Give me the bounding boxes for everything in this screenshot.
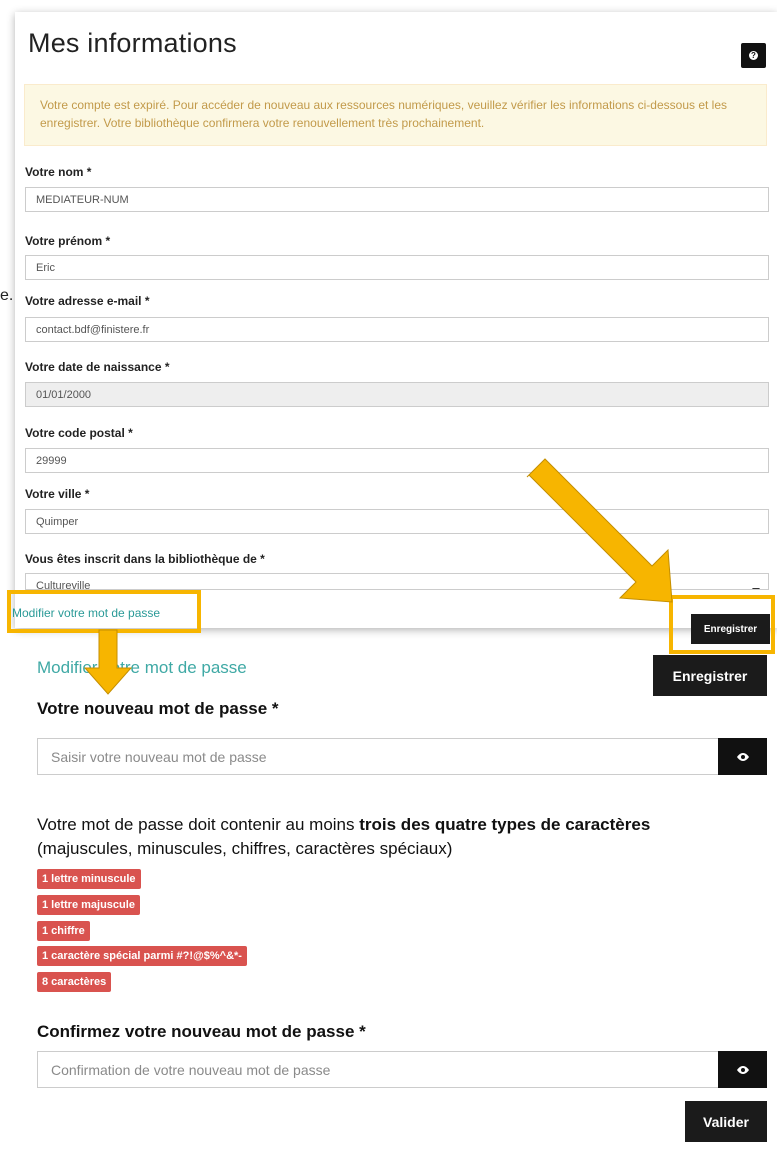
account-info-panel: Mes informations ? Votre compte est expi…	[15, 12, 777, 628]
validate-button[interactable]: Valider	[685, 1101, 767, 1142]
rule-badge-lowercase: 1 lettre minuscule	[37, 869, 141, 889]
eye-icon	[736, 752, 749, 761]
show-password-button[interactable]	[718, 738, 767, 775]
field-label-city: Votre ville *	[25, 487, 90, 501]
page-title: Mes informations	[28, 28, 237, 58]
eye-icon	[736, 1065, 749, 1074]
field-label-birthdate: Votre date de naissance *	[25, 360, 170, 374]
rule-badge-uppercase: 1 lettre majuscule	[37, 895, 140, 915]
help-button[interactable]: ?	[741, 43, 766, 68]
new-password-label: Votre nouveau mot de passe *	[37, 699, 279, 718]
show-confirm-password-button[interactable]	[718, 1051, 767, 1088]
rules-detail: (majuscules, minuscules, chiffres, carac…	[37, 839, 453, 858]
expired-account-alert: Votre compte est expiré. Pour accéder de…	[24, 84, 767, 146]
confirm-password-label: Confirmez votre nouveau mot de passe *	[37, 1022, 366, 1041]
library-select-value: Cultureville	[36, 580, 91, 590]
lastname-input[interactable]: MEDIATEUR-NUM	[25, 187, 769, 212]
help-icon: ?	[749, 51, 758, 60]
save-button-small[interactable]: Enregistrer	[691, 614, 770, 644]
password-rules-text: Votre mot de passe doit contenir au moin…	[37, 813, 772, 861]
password-section-title: Modifier votre mot de passe	[37, 658, 247, 677]
email-input[interactable]: contact.bdf@finistere.fr	[25, 317, 769, 342]
field-label-firstname: Votre prénom *	[25, 234, 111, 248]
new-password-input[interactable]: Saisir votre nouveau mot de passe	[37, 738, 719, 775]
modify-password-link[interactable]: Modifier votre mot de passe	[12, 606, 160, 620]
library-select[interactable]: Cultureville	[25, 573, 769, 590]
field-label-library: Vous êtes inscrit dans la bibliothèque d…	[25, 552, 265, 566]
field-label-postcode: Votre code postal *	[25, 426, 133, 440]
birthdate-input: 01/01/2000	[25, 382, 769, 407]
field-label-email: Votre adresse e-mail *	[25, 294, 150, 308]
rules-bold: trois des quatre types de caractères	[359, 815, 651, 834]
field-label-lastname: Votre nom *	[25, 165, 92, 179]
save-button[interactable]: Enregistrer	[653, 655, 767, 696]
postcode-input[interactable]: 29999	[25, 448, 769, 473]
city-input[interactable]: Quimper	[25, 509, 769, 534]
confirm-password-input[interactable]: Confirmation de votre nouveau mot de pas…	[37, 1051, 719, 1088]
caret-down-icon	[752, 588, 760, 589]
rules-intro: Votre mot de passe doit contenir au moin…	[37, 815, 360, 834]
rule-badge-special: 1 caractère spécial parmi #?!@$%^&*-	[37, 946, 247, 966]
rule-badge-length: 8 caractères	[37, 972, 112, 992]
rule-badge-digit: 1 chiffre	[37, 921, 90, 941]
background-text-fragment: e.	[0, 287, 14, 304]
firstname-input[interactable]: Eric	[25, 255, 769, 280]
